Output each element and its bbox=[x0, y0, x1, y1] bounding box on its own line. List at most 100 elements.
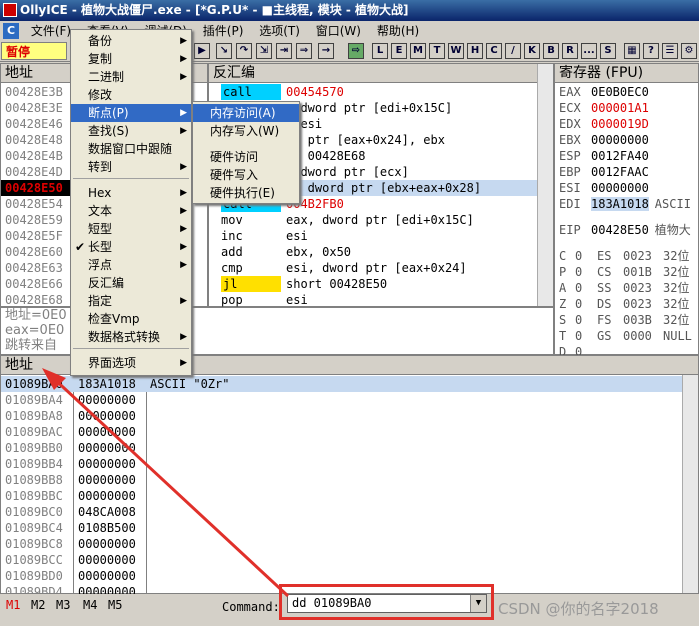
menu-item[interactable]: 断点(P) ▶ bbox=[71, 104, 191, 122]
help-icon[interactable]: ? bbox=[643, 43, 659, 59]
register-row[interactable]: ECX 000001A1 bbox=[559, 100, 649, 116]
register-value[interactable]: 00000000 bbox=[591, 181, 649, 195]
tab-m3[interactable]: M3 bbox=[56, 598, 70, 612]
flag-value[interactable]: 0 bbox=[575, 312, 597, 328]
menu-item[interactable]: 检查Vmp bbox=[71, 310, 191, 328]
flag-value[interactable]: 0 bbox=[575, 328, 597, 344]
toolbar-btn-h[interactable]: H bbox=[467, 43, 483, 59]
toolbar-btn-c[interactable]: C bbox=[486, 43, 502, 59]
toolbar-btn-m[interactable]: M bbox=[410, 43, 426, 59]
tab-m5[interactable]: M5 bbox=[108, 598, 122, 612]
register-row[interactable]: ESP 0012FA40 bbox=[559, 148, 649, 164]
register-row[interactable]: EBP 0012FAAC bbox=[559, 164, 649, 180]
goto-icon[interactable]: → bbox=[318, 43, 334, 59]
register-value[interactable]: 0012FA40 bbox=[591, 149, 649, 163]
table-row[interactable]: 01089BC4 0108B500 bbox=[1, 520, 682, 536]
tab-m4[interactable]: M4 bbox=[83, 598, 97, 612]
toolbar-btn-r[interactable]: R bbox=[562, 43, 578, 59]
menu-item[interactable]: 二进制 ▶ bbox=[71, 68, 191, 86]
dump-pane[interactable]: 地址 01089BA0 183A1018 ASCII "0Zr" 01089BA4 00… bbox=[0, 355, 699, 599]
flag-row[interactable]: C 0 ES 0023 32位 bbox=[559, 248, 689, 264]
table-row[interactable]: 01089BC0 048CA008 bbox=[1, 504, 682, 520]
table-row[interactable]: 01089BD0 00000000 bbox=[1, 568, 682, 584]
table-row[interactable]: 01089BCC 00000000 bbox=[1, 552, 682, 568]
registers-pane[interactable]: 寄存器 (FPU) EAX 0E0B0EC0 ECX 000001A1 EDX 00000… bbox=[554, 63, 699, 359]
flag-value[interactable]: 0 bbox=[575, 264, 597, 280]
register-row[interactable]: EAX 0E0B0EC0 bbox=[559, 84, 649, 100]
register-value[interactable]: 00428E50 bbox=[591, 223, 649, 237]
register-value[interactable]: 183A1018 bbox=[591, 197, 649, 211]
register-row[interactable]: ESI 00000000 bbox=[559, 180, 649, 196]
register-value[interactable]: 00000000 bbox=[591, 133, 649, 147]
config-icon[interactable]: ⚙ bbox=[681, 43, 697, 59]
flag-row[interactable]: Z 0 DS 0023 32位 bbox=[559, 296, 689, 312]
toolbar-btn-l[interactable]: L bbox=[372, 43, 388, 59]
disasm-row[interactable]: pop esi bbox=[209, 292, 537, 308]
toolbar-btn-t[interactable]: T bbox=[429, 43, 445, 59]
flag-value[interactable]: 0 bbox=[575, 280, 597, 296]
disasm-row[interactable]: mov eax, dword ptr [edi+0x15C] bbox=[209, 212, 537, 228]
menu-window[interactable]: 窗口(W) bbox=[310, 22, 367, 40]
register-row[interactable]: EDI 183A1018 ASCII bbox=[559, 196, 691, 212]
menu-item[interactable]: Hex ▶ bbox=[71, 184, 191, 202]
step-icon[interactable]: ▶ bbox=[194, 43, 210, 59]
table-row[interactable]: 01089BB4 00000000 bbox=[1, 456, 682, 472]
flag-value[interactable]: 0 bbox=[575, 248, 597, 264]
table-row[interactable]: 01089BA0 183A1018 ASCII "0Zr" bbox=[1, 376, 682, 392]
flag-row[interactable]: P 0 CS 001B 32位 bbox=[559, 264, 689, 280]
disasm-row[interactable]: call 00454570 bbox=[209, 84, 537, 100]
toolbar-btn-e[interactable]: E bbox=[391, 43, 407, 59]
register-value[interactable]: 000001A1 bbox=[591, 101, 649, 115]
toolbar-btn-b[interactable]: B bbox=[543, 43, 559, 59]
flag-row[interactable]: T 0 GS 0000 NULL bbox=[559, 328, 692, 344]
table-row[interactable]: 01089BC8 00000000 bbox=[1, 536, 682, 552]
register-row[interactable]: EBX 00000000 bbox=[559, 132, 649, 148]
submenu-item[interactable]: 硬件执行(E) bbox=[193, 184, 299, 202]
menu-item[interactable]: 短型 ▶ bbox=[71, 220, 191, 238]
table-row[interactable]: 01089BBC 00000000 bbox=[1, 488, 682, 504]
submenu-item[interactable]: 内存写入(W) bbox=[193, 122, 299, 140]
menu-item[interactable]: 文本 ▶ bbox=[71, 202, 191, 220]
submenu-item[interactable]: 硬件写入 bbox=[193, 166, 299, 184]
menu-item[interactable]: 浮点 ▶ bbox=[71, 256, 191, 274]
table-row[interactable]: 01089BAC 00000000 bbox=[1, 424, 682, 440]
eip-row[interactable]: EIP 00428E50 植物大 bbox=[559, 222, 691, 238]
registers-header[interactable]: 寄存器 (FPU) bbox=[555, 64, 698, 83]
trace-over-icon[interactable]: ⇥ bbox=[276, 43, 292, 59]
menu-item[interactable]: ✔ 长型 ▶ bbox=[71, 238, 191, 256]
disasm-row[interactable]: add ebx, 0x50 bbox=[209, 244, 537, 260]
toolbar-btn-slash[interactable]: / bbox=[505, 43, 521, 59]
menu-item[interactable]: 界面选项 ▶ bbox=[71, 354, 191, 372]
disasm-row[interactable]: inc esi bbox=[209, 228, 537, 244]
c-icon[interactable]: C bbox=[3, 23, 19, 39]
step-into-icon[interactable]: ↘ bbox=[216, 43, 232, 59]
disasm-scrollbar[interactable] bbox=[537, 64, 553, 306]
table-row[interactable]: 01089BB0 00000000 bbox=[1, 440, 682, 456]
table-row[interactable]: 01089BA4 00000000 bbox=[1, 392, 682, 408]
disasm-row[interactable]: cmp esi, dword ptr [eax+0x24] bbox=[209, 260, 537, 276]
menu-item[interactable]: 转到 ▶ bbox=[71, 158, 191, 176]
disasm-column-header[interactable]: 反汇编 bbox=[209, 64, 537, 83]
dump-scrollbar[interactable] bbox=[682, 375, 698, 593]
toolbar-btn-w[interactable]: W bbox=[448, 43, 464, 59]
disasm-row[interactable]: jl short 00428E50 bbox=[209, 276, 537, 292]
register-value[interactable]: 0012FAAC bbox=[591, 165, 649, 179]
tab-m2[interactable]: M2 bbox=[31, 598, 45, 612]
submenu-item[interactable]: 硬件访问 bbox=[193, 148, 299, 166]
execute-till-return-icon[interactable]: ⇒ bbox=[296, 43, 312, 59]
submenu-item[interactable]: 内存访问(A) bbox=[193, 104, 299, 122]
menu-help[interactable]: 帮助(H) bbox=[371, 22, 425, 40]
go-icon[interactable]: ⇨ bbox=[348, 43, 364, 59]
table-row[interactable]: 01089BA8 00000000 bbox=[1, 408, 682, 424]
flag-row[interactable]: S 0 FS 003B 32位 bbox=[559, 312, 689, 328]
menu-item[interactable]: 数据格式转换 ▶ bbox=[71, 328, 191, 346]
menu-item[interactable]: 复制 ▶ bbox=[71, 50, 191, 68]
toolbar-btn-more[interactable]: ... bbox=[581, 43, 597, 59]
menu-plugins[interactable]: 插件(P) bbox=[197, 22, 250, 40]
toolbar-btn-k[interactable]: K bbox=[524, 43, 540, 59]
tab-m1[interactable]: M1 bbox=[6, 598, 20, 612]
list-icon[interactable]: ☰ bbox=[662, 43, 678, 59]
menu-options[interactable]: 选项(T) bbox=[253, 22, 306, 40]
grid-icon[interactable]: ▦ bbox=[624, 43, 640, 59]
menu-item[interactable]: 备份 ▶ bbox=[71, 32, 191, 50]
